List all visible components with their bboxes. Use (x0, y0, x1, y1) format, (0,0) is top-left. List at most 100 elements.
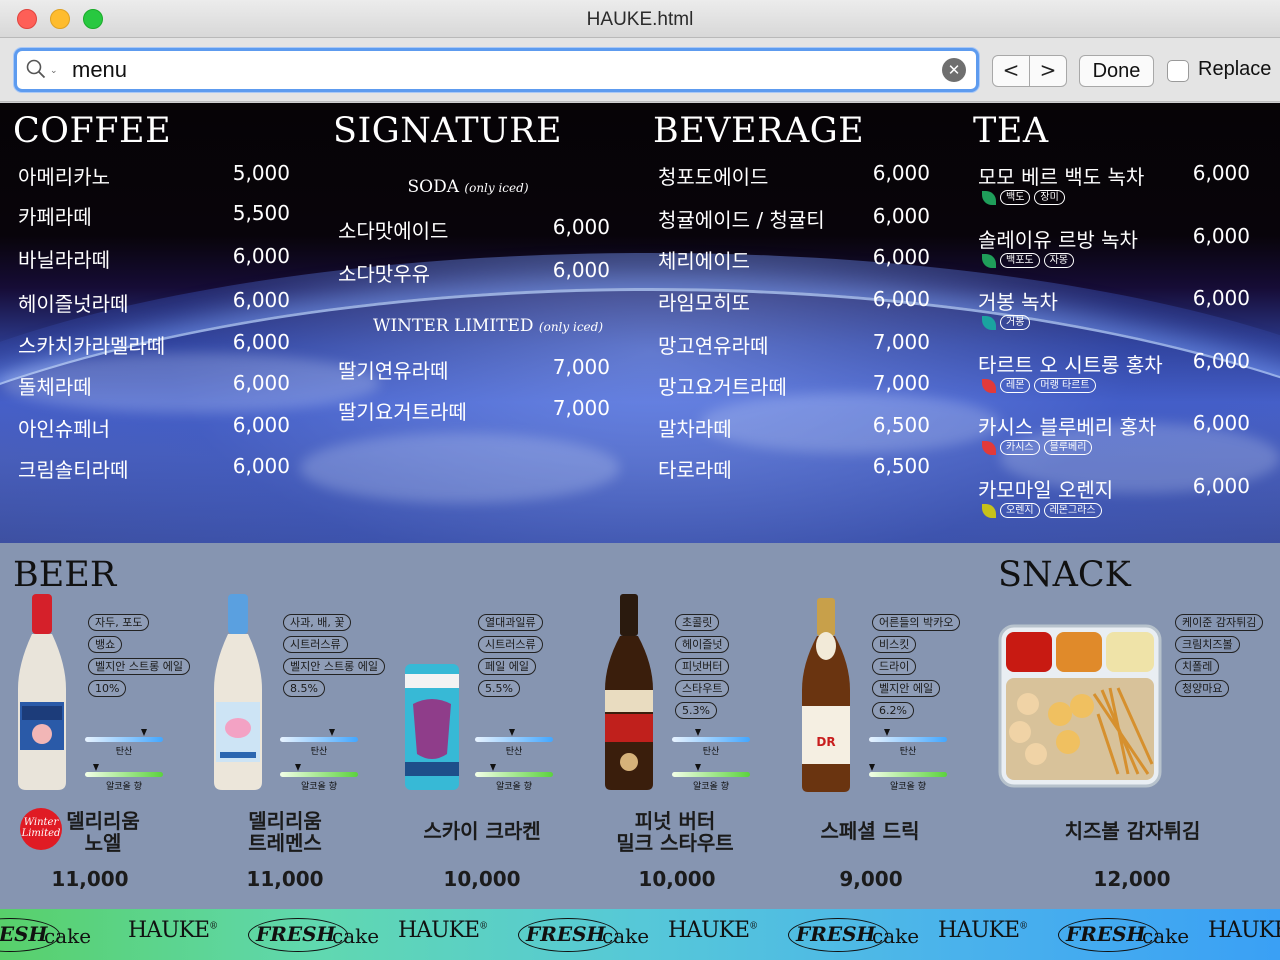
soda-note: (only iced) (464, 181, 529, 195)
beer-price: 10,000 (443, 867, 521, 891)
beer-flavor-tag: 비스킷 (872, 636, 917, 653)
tea-item-price: 6,000 (1192, 224, 1250, 248)
carbonation-meter (672, 737, 750, 742)
beer-flavor-tag: 열대과일류 (478, 614, 543, 631)
alcohol-marker (295, 764, 301, 771)
winter-limited-subheading: WINTER LIMITED (only iced) (338, 316, 638, 336)
winter-limited-badge: Winter Limited (20, 808, 62, 850)
carbonation-marker (508, 729, 515, 736)
snack-title: SNACK (998, 555, 1131, 595)
search-icon[interactable] (26, 59, 46, 79)
coffee-item-price: 5,000 (232, 161, 290, 185)
snack-price: 12,000 (1093, 867, 1171, 891)
cloud-decoration (300, 433, 620, 503)
alcohol-meter (85, 772, 163, 777)
beverage-item-price: 6,000 (872, 204, 930, 228)
hauke-text: HAUKE (668, 918, 750, 943)
tea-tag: 블루베리 (1043, 440, 1093, 455)
tea-leaf-icon (982, 253, 996, 268)
signature-item-price: 7,000 (552, 396, 610, 420)
tea-leaf-icon (982, 440, 996, 455)
snack-tag: 치폴레 (1175, 658, 1220, 675)
drink-menu-board: COFFEE 아메리카노 5,000 카페라떼 5,500 바닐라라떼 6,00… (0, 103, 1280, 543)
special-de-ryck-bottle-image: DR (802, 598, 850, 792)
coffee-item-name: 돌체라떼 (18, 375, 92, 399)
beer-abv-tag: 8.5% (283, 680, 325, 697)
registered-mark: ® (749, 921, 758, 932)
beer-flavor-tag: 스타우트 (675, 680, 730, 697)
snack-tag: 케이준 감자튀김 (1175, 614, 1264, 631)
delirium-tremens-bottle-image (214, 594, 262, 790)
carbonation-meter (475, 737, 553, 742)
winter-heading-text: WINTER LIMITED (372, 316, 534, 336)
title-bar: HAUKE.html (0, 0, 1280, 38)
tea-tags: 레몬 머랭 타르트 (982, 378, 1096, 393)
done-button[interactable]: Done (1079, 55, 1154, 87)
tea-item-price: 6,000 (1192, 411, 1250, 435)
tea-tag: 장미 (1034, 190, 1065, 205)
next-match-button[interactable]: > (1029, 55, 1067, 87)
cake-text: cake (1142, 924, 1190, 948)
registered-mark: ® (479, 921, 488, 932)
search-input[interactable] (72, 55, 932, 85)
carbonation-meter (280, 737, 358, 742)
replace-checkbox[interactable] (1167, 60, 1189, 82)
coffee-item-name: 아인슈페너 (18, 417, 110, 441)
beer-flavor-tag: 헤이즐넛 (675, 636, 730, 653)
soda-subheading: SODA (only iced) (338, 177, 598, 197)
search-field[interactable]: ⌄ ✕ (14, 48, 979, 92)
tea-item-price: 6,000 (1192, 286, 1250, 310)
previous-match-button[interactable]: < (992, 55, 1030, 87)
alcohol-marker (869, 764, 875, 771)
beer-title: BEER (13, 555, 117, 595)
tea-item-price: 6,000 (1192, 474, 1250, 498)
snack-name: 치즈볼 감자튀김 (1064, 819, 1201, 843)
fresh-text: FRESH (0, 922, 48, 946)
beer-name: 스카이 크라켄 (402, 820, 562, 842)
hauke-logo: HAUKE® (668, 918, 758, 943)
tea-tags: 오렌지 레몬그라스 (982, 503, 1102, 518)
svg-text:DR: DR (816, 735, 835, 749)
alcohol-meter (869, 772, 947, 777)
signature-item-name: 소다맛우유 (338, 262, 430, 286)
tea-item-name: 거봉 녹차 (978, 290, 1058, 314)
tea-tag: 거봉 (1000, 315, 1031, 330)
beverage-item-name: 라임모히또 (658, 291, 750, 315)
tea-item-name: 카모마일 오렌지 (978, 478, 1114, 502)
cake-text: cake (332, 924, 380, 948)
winter-note: (only iced) (538, 320, 604, 334)
coffee-title: COFFEE (13, 111, 172, 151)
beer-price: 11,000 (51, 867, 129, 891)
beer-flavor-tag: 어른들의 박카오 (872, 614, 961, 631)
beer-flavor-tag: 사과, 배, 꽃 (283, 614, 352, 631)
coffee-item-price: 6,000 (232, 244, 290, 268)
signature-item-name: 딸기연유라떼 (338, 359, 449, 383)
carbonation-label: 탄산 (310, 747, 328, 757)
hauke-logo: HAUKE® (938, 918, 1028, 943)
tea-tags: 백도 장미 (982, 190, 1065, 205)
beverage-item-name: 망고연유라떼 (658, 334, 769, 358)
chevron-down-icon[interactable]: ⌄ (50, 66, 58, 76)
snack-tag: 크림치즈볼 (1175, 636, 1240, 653)
clear-search-button[interactable]: ✕ (942, 58, 966, 82)
alcohol-meter (475, 772, 553, 777)
signature-title: SIGNATURE (333, 111, 562, 151)
coffee-item-name: 카페라떼 (18, 205, 92, 229)
fresh-text: FRESH (796, 922, 876, 946)
window-title: HAUKE.html (586, 9, 694, 30)
coffee-item-price: 6,000 (232, 413, 290, 437)
tea-tag: 카시스 (1000, 440, 1040, 455)
beer-abv-tag: 5.5% (478, 680, 520, 697)
tea-tag: 레몬 (1000, 378, 1031, 393)
hauke-text: HAUKE (1208, 918, 1280, 943)
beverage-item-price: 6,000 (872, 245, 930, 269)
beer-name-line1: 델리리움 (66, 809, 140, 833)
beer-price: 11,000 (246, 867, 324, 891)
carbonation-marker (884, 729, 890, 736)
beer-name: 피넛 버터 밀크 스타우트 (605, 810, 745, 854)
carbonation-meter (85, 737, 163, 742)
tea-item-name: 타르트 오 시트롱 홍차 (978, 353, 1163, 377)
coffee-item-name: 바닐라라떼 (18, 248, 110, 272)
tea-item-name: 카시스 블루베리 홍차 (978, 415, 1157, 439)
tea-tag: 머랭 타르트 (1034, 378, 1096, 393)
